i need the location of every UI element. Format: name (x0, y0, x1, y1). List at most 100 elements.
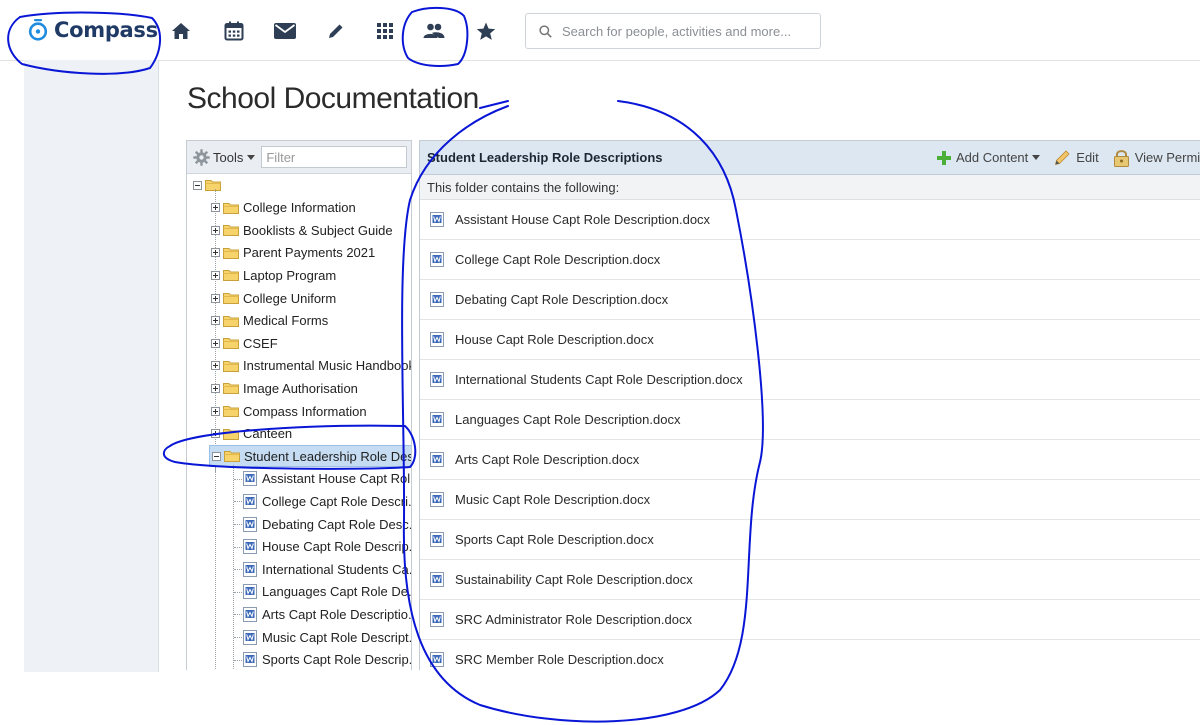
tree-document-item[interactable]: Sports Capt Role Descrip... (243, 649, 411, 670)
file-row[interactable]: Languages Capt Role Description.docx (420, 400, 1200, 440)
collapse-toggle[interactable] (193, 180, 202, 190)
tree-connector-line (215, 465, 216, 670)
edit-button[interactable]: Edit (1054, 149, 1099, 166)
tree-document-item[interactable]: Arts Capt Role Descriptio... (243, 603, 411, 625)
file-row[interactable]: Debating Capt Role Description.docx (420, 280, 1200, 320)
tree-item-label: Parent Payments 2021 (243, 245, 376, 261)
file-name[interactable]: House Capt Role Description.docx (455, 332, 654, 347)
tree-folder-item[interactable]: Image Authorisation (211, 377, 358, 399)
word-document-icon (243, 584, 257, 600)
expand-toggle[interactable] (211, 361, 220, 371)
expand-toggle[interactable] (211, 225, 220, 235)
file-name[interactable]: Arts Capt Role Description.docx (455, 452, 639, 467)
file-row[interactable]: International Students Capt Role Descrip… (420, 360, 1200, 400)
file-row[interactable]: SRC Member Role Description.docx (420, 640, 1200, 670)
tree-folder-item[interactable]: Booklists & Subject Guide (211, 219, 393, 241)
compass-logo-icon (28, 19, 48, 41)
tree-folder-item[interactable]: Instrumental Music Handbook (211, 355, 411, 377)
file-row[interactable]: Arts Capt Role Description.docx (420, 440, 1200, 480)
tree-connector-line (234, 614, 242, 616)
tree-folder-item[interactable]: Laptop Program (211, 264, 336, 286)
add-content-button[interactable]: Add Content (937, 150, 1041, 165)
tree-root-folder[interactable] (193, 174, 225, 196)
caret-down-icon (247, 154, 256, 160)
tree-document-item[interactable]: Assistant House Capt Rol... (243, 468, 411, 490)
file-row[interactable]: House Capt Role Description.docx (420, 320, 1200, 360)
tree-folder-item[interactable]: College Information (211, 197, 356, 219)
tree-document-item[interactable]: College Capt Role Descri... (243, 490, 411, 512)
pencil-icon[interactable] (325, 20, 347, 42)
collapse-toggle[interactable] (212, 451, 221, 461)
folder-icon (223, 293, 239, 304)
file-name[interactable]: Assistant House Capt Role Description.do… (455, 212, 710, 227)
expand-toggle[interactable] (211, 429, 220, 439)
compass-logo[interactable]: Compass (28, 18, 158, 42)
expand-toggle[interactable] (211, 293, 220, 303)
tree-document-item[interactable]: Languages Capt Role De... (243, 581, 411, 603)
expand-toggle[interactable] (211, 270, 220, 280)
annotation-underline-title (479, 100, 509, 109)
search-input[interactable] (560, 22, 814, 40)
people-icon[interactable] (423, 20, 445, 42)
tree-folder-item[interactable]: Medical Forms (211, 310, 328, 332)
tools-dropdown-button[interactable]: Tools (193, 148, 256, 166)
tree-folder-item-selected[interactable]: Student Leadership Role Des... (209, 445, 411, 468)
file-row[interactable]: Assistant House Capt Role Description.do… (420, 200, 1200, 240)
folder-content-panel: Student Leadership Role Descriptions Add… (419, 140, 1200, 670)
tree-item-label: College Information (243, 200, 356, 216)
tree-connector-line (234, 637, 242, 638)
tree-connector-line (234, 501, 242, 503)
word-document-icon (430, 292, 444, 307)
file-row[interactable]: SRC Administrator Role Description.docx (420, 600, 1200, 640)
tree-connector-line (234, 546, 242, 548)
tree-filter-input[interactable] (261, 146, 408, 168)
file-name[interactable]: International Students Capt Role Descrip… (455, 372, 743, 387)
folder-tree-panel: Tools College Information Booklists & Sub… (186, 140, 412, 670)
word-document-icon (430, 212, 444, 227)
word-document-icon (243, 606, 257, 622)
apps-grid-icon[interactable] (374, 20, 396, 42)
tree-folder-item[interactable]: College Uniform (211, 287, 336, 309)
star-icon[interactable] (475, 20, 497, 42)
word-document-icon (243, 493, 257, 509)
expand-toggle[interactable] (211, 406, 220, 416)
home-icon[interactable] (170, 20, 192, 42)
word-document-icon (243, 471, 257, 487)
global-search[interactable] (525, 13, 821, 49)
expand-toggle[interactable] (211, 203, 220, 213)
file-name[interactable]: Music Capt Role Description.docx (455, 492, 650, 507)
file-row[interactable]: Sports Capt Role Description.docx (420, 520, 1200, 560)
file-name[interactable]: SRC Member Role Description.docx (455, 652, 664, 667)
file-name[interactable]: Languages Capt Role Description.docx (455, 412, 680, 427)
file-row[interactable]: Music Capt Role Description.docx (420, 480, 1200, 520)
mail-icon[interactable] (274, 20, 296, 42)
tree-folder-item[interactable]: CSEF (211, 332, 278, 354)
file-list: Assistant House Capt Role Description.do… (420, 200, 1200, 670)
tree-folder-item[interactable]: Canteen (211, 423, 292, 445)
tree-document-item[interactable]: House Capt Role Descrip... (243, 536, 411, 558)
tree-document-item[interactable]: Music Capt Role Descript... (243, 626, 411, 648)
file-row[interactable]: Sustainability Capt Role Description.doc… (420, 560, 1200, 600)
calendar-icon[interactable] (223, 20, 245, 42)
word-document-icon (430, 372, 444, 387)
file-name[interactable]: Sports Capt Role Description.docx (455, 532, 654, 547)
tree-document-item[interactable]: Debating Capt Role Desc... (243, 513, 412, 535)
page-title: School Documentation (187, 82, 479, 115)
view-permissions-button[interactable]: View Permiss (1113, 149, 1200, 167)
file-row[interactable]: College Capt Role Description.docx (420, 240, 1200, 280)
expand-toggle[interactable] (211, 338, 220, 348)
expand-toggle[interactable] (211, 248, 220, 258)
tree-folder-item[interactable]: Parent Payments 2021 (211, 242, 375, 264)
tree-connector-line (234, 478, 242, 480)
file-name[interactable]: SRC Administrator Role Description.docx (455, 612, 692, 627)
tree-item-label: Debating Capt Role Desc... (262, 516, 412, 532)
file-name[interactable]: Sustainability Capt Role Description.doc… (455, 572, 693, 587)
file-name[interactable]: Debating Capt Role Description.docx (455, 292, 668, 307)
file-name[interactable]: College Capt Role Description.docx (455, 252, 660, 267)
tree-folder-item[interactable]: Compass Information (211, 400, 367, 422)
expand-toggle[interactable] (211, 316, 220, 326)
view-permissions-label: View Permiss (1134, 150, 1200, 165)
word-document-icon (243, 629, 257, 645)
expand-toggle[interactable] (211, 383, 220, 393)
tree-document-item[interactable]: International Students Ca... (243, 558, 411, 580)
